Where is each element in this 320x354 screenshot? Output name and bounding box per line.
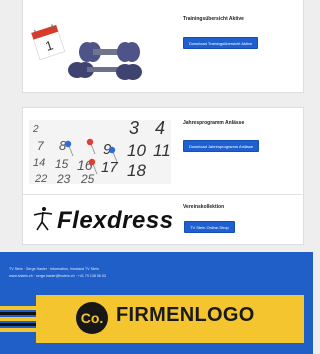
calendar-number: 3 [129, 120, 139, 138]
calendar-dumbbells-illustration: 1 [30, 24, 142, 80]
calendar-number: 4 [155, 120, 165, 138]
calendar-number: 18 [127, 161, 146, 180]
download-program-button[interactable]: Download Jahresprogramm Anlässe [183, 140, 260, 152]
calendar-number: 25 [80, 172, 95, 184]
flexdress-logo: Flexdress [57, 207, 174, 234]
section-card-program: 2 3 4 7 8 9 10 11 14 15 16 17 18 22 23 2… [22, 107, 304, 245]
logo-badge: Co. [76, 302, 108, 334]
footer-line-links: www.tvstein.ch · serge.hasler@tvstein.ch… [9, 274, 106, 278]
download-training-button[interactable]: Download Trainingsübersicht Aktive [183, 37, 259, 49]
footer-line-contact: TV Stein · Serge Hasler · information, V… [9, 267, 99, 271]
calendar-number: 15 [55, 157, 69, 171]
logo-text: FIRMENLOGO [116, 304, 255, 326]
section-title: Vereinskollektion [183, 204, 225, 210]
calendar-number: 23 [56, 172, 71, 184]
page: 1 Trainingsübersicht Aktive Download Tra… [0, 0, 313, 354]
calendar-number: 17 [101, 159, 118, 176]
calendar-number: 14 [33, 157, 45, 169]
calendar-number: 2 [32, 124, 39, 135]
company-logo-banner: Co. FIRMENLOGO [0, 290, 313, 348]
divider [23, 194, 303, 195]
flexdress-figure-icon [33, 207, 53, 231]
section-card-training: 1 Trainingsübersicht Aktive Download Tra… [22, 0, 304, 93]
section-title: Jahresprogramm Anlässe [183, 120, 245, 126]
stripes-icon [0, 302, 36, 338]
calendar-pins-illustration: 2 3 4 7 8 9 10 11 14 15 16 17 18 22 23 2… [29, 120, 171, 184]
calendar-number: 22 [34, 173, 47, 184]
section-title: Trainingsübersicht Aktive [183, 16, 244, 22]
calendar-number: 11 [153, 141, 171, 160]
calendar-number: 10 [127, 141, 146, 160]
online-shop-button[interactable]: TV Stein Online-Shop [184, 221, 235, 233]
